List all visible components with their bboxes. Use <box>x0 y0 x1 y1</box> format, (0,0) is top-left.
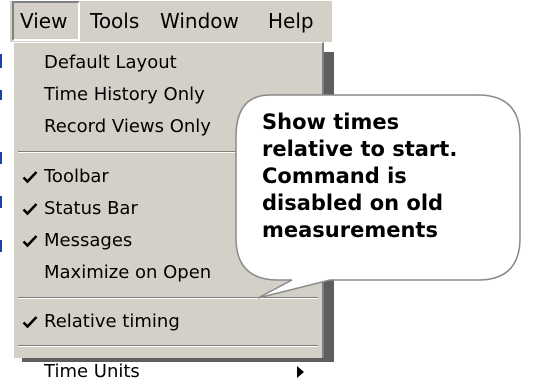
menu-bar: View Tools Window Help <box>10 0 332 42</box>
checkmark-icon <box>22 203 38 216</box>
menu-tools[interactable]: Tools <box>90 1 139 41</box>
menu-separator <box>18 345 318 347</box>
menu-view[interactable]: View <box>12 1 80 41</box>
background-window-edge <box>0 0 10 358</box>
menu-item-label: Toolbar <box>44 166 109 187</box>
menu-separator <box>18 297 318 299</box>
callout-line: relative to start. <box>262 137 458 161</box>
menu-window[interactable]: Window <box>160 1 239 41</box>
submenu-arrow-icon <box>297 366 304 378</box>
edge-fragment <box>0 152 2 164</box>
menu-item-label: Default Layout <box>44 52 177 73</box>
menu-item-label: Relative timing <box>44 311 180 332</box>
checkmark-icon <box>22 235 38 248</box>
edge-fragment <box>0 54 2 68</box>
checkmark-icon <box>22 316 38 329</box>
callout-line: Show times <box>262 110 400 134</box>
callout-line: disabled on old <box>262 191 444 215</box>
checkmark-icon <box>22 171 38 184</box>
menu-help[interactable]: Help <box>268 1 314 41</box>
menu-item-maximize-on-open[interactable]: Maximize on Open <box>14 256 314 290</box>
menu-item-label: Time Units <box>44 361 140 382</box>
edge-fragment <box>0 90 2 100</box>
edge-fragment <box>0 196 2 208</box>
callout-line: Command is <box>262 164 407 188</box>
menu-item-default-layout[interactable]: Default Layout <box>14 46 314 80</box>
menu-item-label: Messages <box>44 230 133 251</box>
edge-fragment <box>0 240 2 252</box>
menu-item-relative-timing[interactable]: Relative timing <box>14 305 314 339</box>
menu-item-label: Maximize on Open <box>44 262 212 283</box>
menu-item-time-units[interactable]: Time Units <box>14 355 314 389</box>
menu-item-label: Time History Only <box>44 84 205 105</box>
menu-item-label: Record Views Only <box>44 116 211 137</box>
callout-line: measurements <box>262 218 438 242</box>
menu-item-time-history-only[interactable]: Time History Only <box>14 78 314 112</box>
callout-text: Show times relative to start. Command is… <box>262 109 487 244</box>
menu-item-label: Status Bar <box>44 198 138 219</box>
